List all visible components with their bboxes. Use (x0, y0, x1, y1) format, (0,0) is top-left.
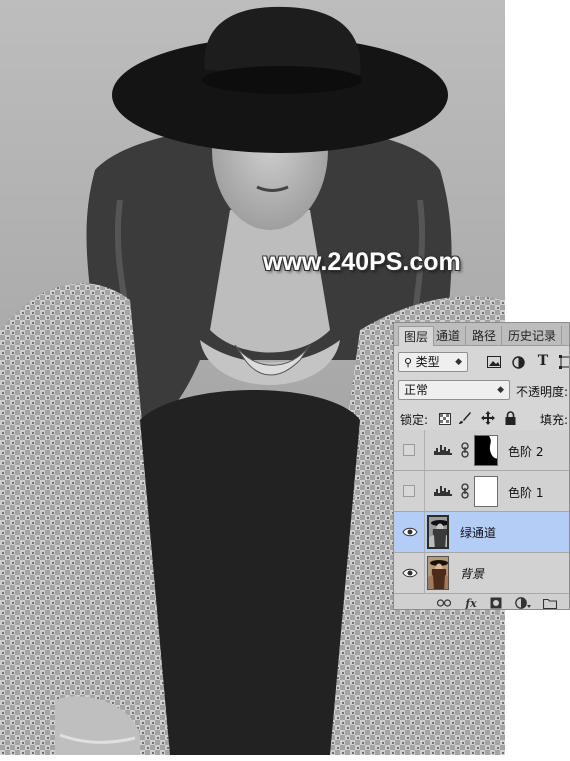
opacity-label: 不透明度: (516, 385, 569, 399)
lock-transparent-icon[interactable] (437, 411, 453, 427)
chevron-updown-icon: ◆ (497, 385, 504, 395)
layer-filter-dropdown[interactable]: ⚲ 类型 ◆ (398, 352, 468, 372)
levels-adjustment-icon (434, 486, 452, 496)
layer-mask-thumbnail[interactable] (474, 435, 498, 466)
folder-icon[interactable] (542, 596, 558, 609)
add-mask-icon[interactable] (489, 596, 503, 609)
fx-icon[interactable]: fx (462, 596, 480, 610)
fill-label: 填充: (540, 413, 569, 427)
layer-thumbnail[interactable] (427, 556, 449, 590)
layer-thumbnail[interactable] (427, 515, 449, 549)
chevron-updown-icon: ◆ (455, 357, 462, 367)
tab-paths[interactable]: 路径 (467, 326, 503, 346)
divider (424, 553, 425, 593)
tab-layers[interactable]: 图层 (398, 326, 435, 346)
type-filter-icon[interactable]: T (535, 353, 551, 369)
shape-filter-icon[interactable] (558, 354, 569, 370)
watermark-text: www.240PS.com (263, 248, 461, 276)
new-adjustment-icon[interactable] (514, 596, 532, 609)
search-icon: ⚲ (404, 356, 416, 369)
layer-name[interactable]: 绿通道 (460, 524, 496, 541)
layer-row-green-channel[interactable]: 绿通道 (394, 512, 569, 553)
panel-tabs: 图层 通道 路径 历史记录 (394, 323, 569, 346)
tab-history[interactable]: 历史记录 (503, 326, 563, 346)
layer-name[interactable]: 背景 (460, 565, 484, 582)
visibility-toggle-off[interactable] (403, 485, 415, 497)
lock-pixels-brush-icon[interactable] (457, 410, 473, 426)
visibility-toggle-off[interactable] (403, 444, 415, 456)
image-filter-icon[interactable] (486, 354, 502, 370)
adjustment-filter-icon[interactable] (510, 354, 526, 370)
divider (424, 430, 425, 470)
levels-adjustment-icon (434, 445, 452, 455)
panel-footer: fx (394, 593, 569, 610)
layer-row-levels-1[interactable]: 色阶 1 (394, 471, 569, 512)
layer-name[interactable]: 色阶 2 (508, 443, 543, 460)
divider (424, 512, 425, 552)
layer-row-levels-2[interactable]: 色阶 2 (394, 430, 569, 471)
layer-row-background[interactable]: 背景 (394, 553, 569, 594)
layer-filter-label: 类型 (415, 355, 440, 369)
layers-panel: 图层 通道 路径 历史记录 ⚲ 类型 ◆ T 正常 ◆ 不透明度: 锁定: 填充… (393, 322, 570, 610)
lock-label: 锁定: (400, 413, 429, 427)
eye-icon[interactable] (402, 565, 418, 581)
lock-all-padlock-icon[interactable] (502, 410, 518, 426)
chain-link-icon[interactable] (461, 442, 469, 458)
link-layers-icon[interactable] (436, 596, 452, 609)
chain-link-icon[interactable] (461, 483, 469, 499)
layer-list: 色阶 2 色阶 1 绿通道 背景 (394, 430, 569, 594)
lock-position-move-icon[interactable] (480, 410, 496, 426)
divider (424, 471, 425, 511)
blend-mode-dropdown[interactable]: 正常 ◆ (398, 380, 510, 400)
tab-channels[interactable]: 通道 (431, 326, 467, 346)
layer-mask-thumbnail[interactable] (474, 476, 498, 507)
blend-mode-value: 正常 (404, 383, 429, 397)
layer-name[interactable]: 色阶 1 (508, 484, 543, 501)
eye-icon[interactable] (402, 524, 418, 540)
